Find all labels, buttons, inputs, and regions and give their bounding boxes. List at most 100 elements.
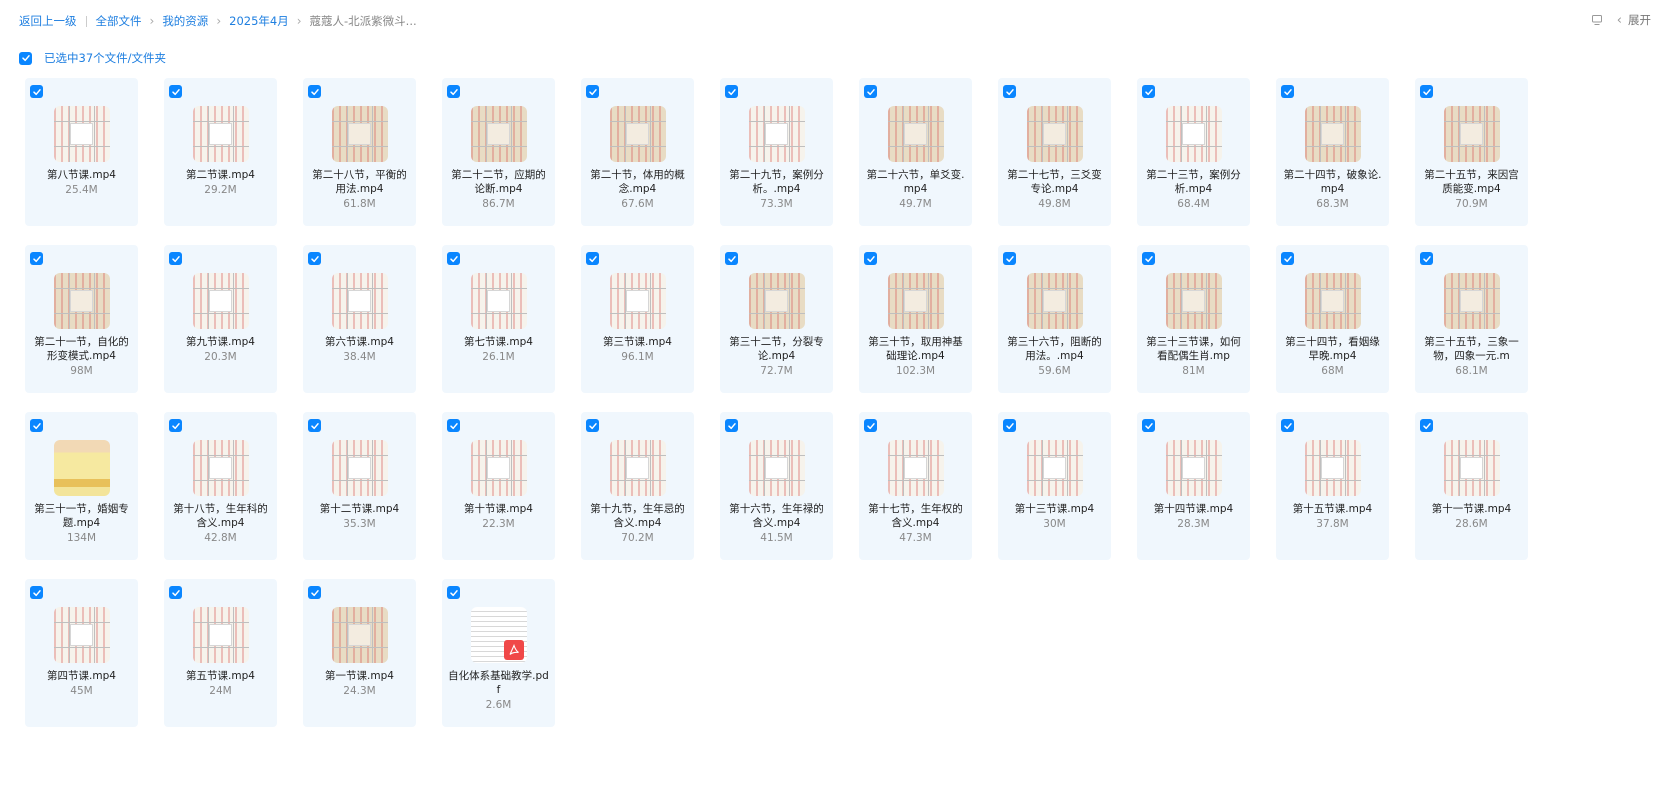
file-checkbox[interactable] [447,252,460,265]
file-card[interactable]: 第十七节，生年权的含义.mp4 47.3M [859,412,972,560]
file-checkbox[interactable] [725,419,738,432]
file-card[interactable]: 第二十一节，自化的形变模式.mp4 98M [25,245,138,393]
file-card[interactable]: 第二十五节，来因宫质能变.mp4 70.9M [1415,78,1528,226]
file-checkbox[interactable] [1142,419,1155,432]
file-checkbox[interactable] [447,586,460,599]
expand-button[interactable]: 展开 [1628,12,1651,28]
file-size: 68M [1321,365,1344,377]
file-card[interactable]: 第三节课.mp4 96.1M [581,245,694,393]
file-checkbox[interactable] [1142,252,1155,265]
file-checkbox[interactable] [447,419,460,432]
file-card[interactable]: 第二十节，体用的概念.mp4 67.6M [581,78,694,226]
select-all-checkbox[interactable] [19,51,32,65]
file-name: 第二节课.mp4 [186,169,255,181]
back-link[interactable]: 返回上一级 [19,13,77,29]
file-checkbox[interactable] [1003,85,1016,98]
file-card[interactable]: 第三十节，取用神基础理论.mp4 102.3M [859,245,972,393]
file-checkbox[interactable] [864,252,877,265]
file-card[interactable]: 第八节课.mp4 25.4M [25,78,138,226]
file-checkbox[interactable] [308,419,321,432]
file-checkbox[interactable] [864,419,877,432]
file-name: 第二十四节，破象论.mp4 [1283,169,1382,195]
file-size: 86.7M [482,198,515,210]
file-checkbox[interactable] [30,586,43,599]
file-card[interactable]: 第十节课.mp4 22.3M [442,412,555,560]
file-card[interactable]: 第三十三节课，如何看配偶生肖.mp 81M [1137,245,1250,393]
file-name: 第二十三节，案例分析.mp4 [1146,169,1241,195]
file-checkbox[interactable] [1281,85,1294,98]
file-checkbox[interactable] [864,85,877,98]
file-checkbox[interactable] [1420,252,1433,265]
file-name: 第三节课.mp4 [603,336,672,348]
file-card[interactable]: 第十九节，生年忌的含义.mp4 70.2M [581,412,694,560]
video-thumbnail [192,106,249,162]
breadcrumb-item-month[interactable]: 2025年4月 [229,13,289,29]
file-card[interactable]: 第三十六节，阻断的用法。.mp4 59.6M [998,245,1111,393]
file-checkbox[interactable] [308,586,321,599]
file-checkbox[interactable] [1142,85,1155,98]
file-card[interactable]: 第二十四节，破象论.mp4 68.3M [1276,78,1389,226]
file-size: 134M [66,532,97,544]
file-card[interactable]: 自化体系基础教学.pdf 2.6M [442,579,555,727]
file-name: 第二十二节，应期的论断.mp4 [451,169,546,195]
file-checkbox[interactable] [586,252,599,265]
file-checkbox[interactable] [1003,252,1016,265]
file-checkbox[interactable] [725,252,738,265]
file-card[interactable]: 第六节课.mp4 38.4M [303,245,416,393]
file-checkbox[interactable] [169,419,182,432]
breadcrumb-item-my-resources[interactable]: 我的资源 [162,13,208,29]
file-card[interactable]: 第二十六节，单爻变.mp4 49.7M [859,78,972,226]
file-card[interactable]: 第十四节课.mp4 28.3M [1137,412,1250,560]
file-checkbox[interactable] [1281,252,1294,265]
chevron-left-icon: ‹ [1616,12,1622,28]
file-checkbox[interactable] [30,252,43,265]
file-checkbox[interactable] [1420,85,1433,98]
file-size: 35.3M [343,518,376,530]
file-checkbox[interactable] [30,419,43,432]
file-size: 38.4M [343,351,376,363]
file-checkbox[interactable] [30,85,43,98]
file-card[interactable]: 第三十四节，看姻缘早晚.mp4 68M [1276,245,1389,393]
file-card[interactable]: 第十八节，生年科的含义.mp4 42.8M [164,412,277,560]
file-checkbox[interactable] [308,85,321,98]
breadcrumb-item-all-files[interactable]: 全部文件 [96,13,142,29]
file-card[interactable]: 第十五节课.mp4 37.8M [1276,412,1389,560]
select-all-row: 已选中37个文件/文件夹 [19,50,166,66]
file-size: 68.3M [1316,198,1349,210]
file-card[interactable]: 第三十五节，三象一物，四象一元.m 68.1M [1415,245,1528,393]
file-size: 67.6M [621,198,654,210]
file-checkbox[interactable] [725,85,738,98]
file-checkbox[interactable] [586,85,599,98]
file-card[interactable]: 第七节课.mp4 26.1M [442,245,555,393]
file-card[interactable]: 第二十三节，案例分析.mp4 68.4M [1137,78,1250,226]
file-card[interactable]: 第十六节，生年禄的含义.mp4 41.5M [720,412,833,560]
file-card[interactable]: 第二十八节，平衡的用法.mp4 61.8M [303,78,416,226]
file-card[interactable]: 第二十七节，三爻变专论.mp4 49.8M [998,78,1111,226]
file-checkbox[interactable] [1003,419,1016,432]
selection-count-label: 已选中37个文件/文件夹 [44,51,167,65]
file-checkbox[interactable] [308,252,321,265]
file-card[interactable]: 第二十二节，应期的论断.mp4 86.7M [442,78,555,226]
monitor-icon[interactable] [1591,14,1603,26]
file-checkbox[interactable] [447,85,460,98]
file-card[interactable]: 第四节课.mp4 45M [25,579,138,727]
file-card[interactable]: 第三十一节，婚姻专题.mp4 134M [25,412,138,560]
video-thumbnail [331,440,388,496]
file-card[interactable]: 第三十二节，分裂专论.mp4 72.7M [720,245,833,393]
file-card[interactable]: 第九节课.mp4 20.3M [164,245,277,393]
file-checkbox[interactable] [169,252,182,265]
file-card[interactable]: 第一节课.mp4 24.3M [303,579,416,727]
file-checkbox[interactable] [1420,419,1433,432]
file-card[interactable]: 第二节课.mp4 29.2M [164,78,277,226]
video-thumbnail [887,440,944,496]
video-thumbnail [192,273,249,329]
file-card[interactable]: 第十三节课.mp4 30M [998,412,1111,560]
file-card[interactable]: 第二十九节，案例分析。.mp4 73.3M [720,78,833,226]
file-checkbox[interactable] [169,586,182,599]
file-checkbox[interactable] [1281,419,1294,432]
file-card[interactable]: 第十二节课.mp4 35.3M [303,412,416,560]
file-checkbox[interactable] [169,85,182,98]
file-checkbox[interactable] [586,419,599,432]
file-card[interactable]: 第十一节课.mp4 28.6M [1415,412,1528,560]
file-card[interactable]: 第五节课.mp4 24M [164,579,277,727]
